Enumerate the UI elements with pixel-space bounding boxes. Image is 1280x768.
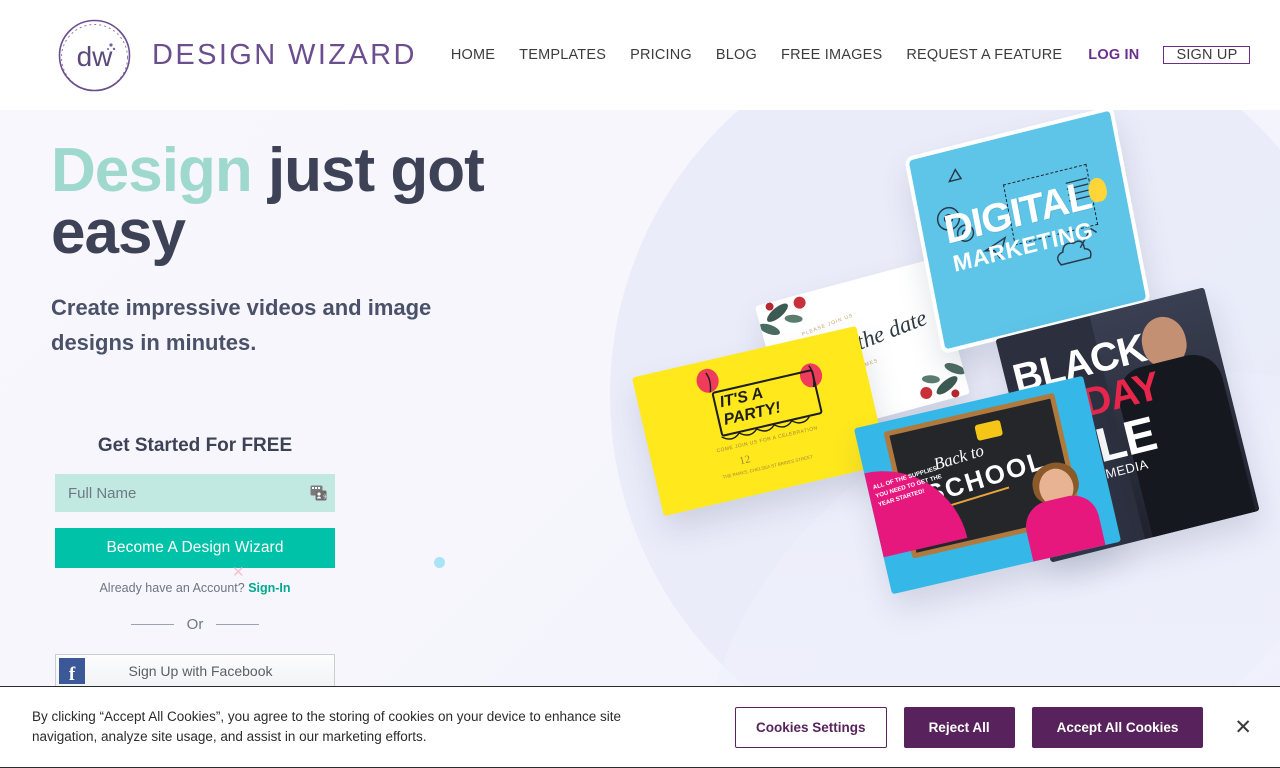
- design-card-its-a-party: IT'S A PARTY! COME JOIN US FOR A CELEBRA…: [631, 325, 889, 517]
- headline-accent: Design: [51, 136, 253, 205]
- svg-text:dw: dw: [77, 41, 114, 72]
- divider-line-right: [216, 624, 260, 625]
- signup-form-title: Get Started For FREE: [97, 435, 293, 456]
- nav-item-free-images[interactable]: FREE IMAGES: [769, 47, 894, 63]
- nav-item-blog[interactable]: BLOG: [704, 47, 769, 63]
- full-name-input[interactable]: [55, 474, 335, 512]
- or-label: Or: [186, 616, 204, 633]
- autofill-contact-icon[interactable]: 9+: [310, 485, 329, 501]
- hero-illustration: PLEASE JOIN US Save the date SARAH & JAM…: [620, 110, 1280, 710]
- signup-form: Get Started For FREE 9+ Be: [55, 435, 335, 687]
- logo[interactable]: dw DESIGN WIZARD: [55, 16, 417, 95]
- blue-dot-decoration: [434, 557, 445, 568]
- hero-subheading: Create impressive videos and image desig…: [51, 295, 432, 355]
- facebook-signup-label: Sign Up with Facebook: [128, 662, 273, 679]
- login-link[interactable]: LOG IN: [1074, 47, 1153, 63]
- main-navigation: HOME TEMPLATES PRICING BLOG FREE IMAGES …: [439, 46, 1251, 64]
- full-name-field-wrapper: 9+: [55, 474, 335, 512]
- become-a-design-wizard-button[interactable]: Become A Design Wizard: [55, 528, 335, 568]
- cookie-banner-actions: Cookies Settings Reject All Accept All C…: [735, 706, 1258, 748]
- facebook-signup-button[interactable]: f Sign Up with Facebook: [55, 654, 335, 687]
- pink-x-decoration: ✕: [232, 564, 245, 581]
- close-icon[interactable]: ✕: [1228, 717, 1258, 738]
- or-divider: Or: [55, 616, 335, 633]
- cookie-consent-banner: By clicking “Accept All Cookies”, you ag…: [0, 686, 1280, 768]
- facebook-icon: f: [59, 657, 85, 684]
- divider-line-left: [130, 624, 174, 625]
- nav-item-home[interactable]: HOME: [439, 47, 507, 63]
- site-header: dw DESIGN WIZARD HOME TEMPLATES PRICING …: [0, 0, 1280, 110]
- dw-circle-logo-icon: dw: [55, 16, 134, 95]
- sign-in-link[interactable]: Sign-In: [248, 581, 290, 595]
- accept-all-cookies-button[interactable]: Accept All Cookies: [1031, 706, 1204, 748]
- party-date: 12: [738, 453, 752, 468]
- nav-item-pricing[interactable]: PRICING: [618, 47, 704, 63]
- cookies-settings-button[interactable]: Cookies Settings: [735, 706, 887, 748]
- signup-button[interactable]: SIGN UP: [1163, 46, 1251, 64]
- reject-all-button[interactable]: Reject All: [903, 706, 1015, 748]
- already-have-account-label: Already have an Account?: [99, 581, 245, 595]
- nav-item-templates[interactable]: TEMPLATES: [507, 47, 618, 63]
- hero-section: Design just got easy Create impressive v…: [0, 110, 1280, 768]
- nav-item-request-a-feature[interactable]: REQUEST A FEATURE: [894, 47, 1074, 63]
- hero-copy: Design just got easy Create impressive v…: [51, 140, 581, 360]
- page-title: Design just got easy: [51, 140, 581, 264]
- logo-wordmark: DESIGN WIZARD: [152, 38, 417, 71]
- svg-text:9+: 9+: [323, 495, 327, 501]
- cookie-banner-message: By clicking “Accept All Cookies”, you ag…: [32, 709, 622, 744]
- already-have-account-text: Already have an Account? Sign-In: [55, 581, 335, 595]
- page-root: dw DESIGN WIZARD HOME TEMPLATES PRICING …: [0, 0, 1280, 768]
